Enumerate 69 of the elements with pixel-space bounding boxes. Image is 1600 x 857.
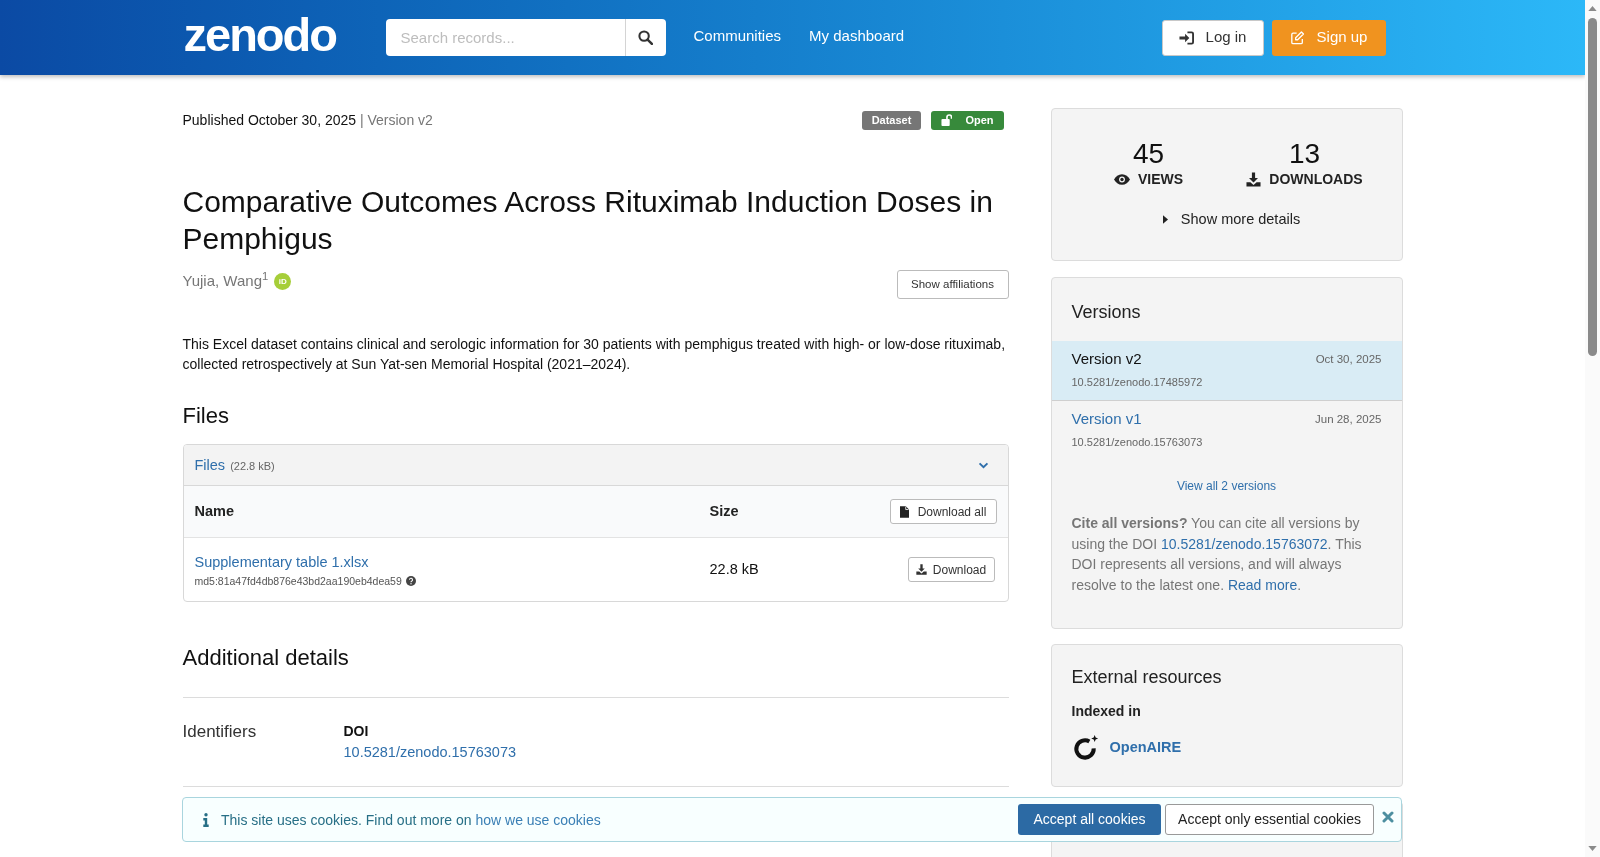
- cite-note: Cite all versions? You can cite all versions by using the DOI 10.5281/zenodo.15763072. This DOI represents all versions, and will always resolve to the latest one. Read more.: [1070, 514, 1363, 595]
- ring-logo-icon: [1071, 734, 1099, 761]
- download-button[interactable]: Download: [907, 557, 995, 582]
- doi-link[interactable]: 10.5281/zenodo.15763073: [343, 742, 517, 762]
- section-heading: Additional details: [182, 644, 350, 672]
- file-icon: [899, 505, 909, 518]
- info-icon: [203, 812, 209, 827]
- card-heading: Versions: [1070, 301, 1142, 324]
- eye-icon: [1113, 173, 1130, 185]
- show-more-details-toggle[interactable]: Show more details: [1162, 210, 1301, 228]
- record-title: Comparative Outcomes Across Rituximab Induction Doses in Pemphigus: [182, 184, 994, 257]
- login-button[interactable]: Log in: [1161, 19, 1264, 56]
- publication-line: Published October 30, 2025 | Version v2: [182, 111, 433, 130]
- stat-label: VIEWS: [1137, 170, 1184, 188]
- view-all-versions-link[interactable]: View all 2 versions: [1176, 478, 1277, 494]
- close-icon[interactable]: [1382, 810, 1394, 823]
- file-link[interactable]: Supplementary table 1.xlsx: [194, 551, 369, 572]
- resource-link[interactable]: OpenAIRE: [1109, 736, 1182, 759]
- question-circle-icon[interactable]: [405, 575, 416, 586]
- column-header: Size: [709, 501, 739, 521]
- version-doi: 10.5281/zenodo.17485972: [1071, 375, 1203, 389]
- nav-link[interactable]: My dashboard: [795, 26, 919, 46]
- padlock-icon: [941, 114, 953, 126]
- scrollbar[interactable]: [1585, 0, 1600, 857]
- resource-type-badge: Dataset: [861, 110, 922, 130]
- stat-value: 13: [1288, 139, 1321, 169]
- download-all-button[interactable]: Download all: [889, 499, 997, 524]
- version-date: Jun 28, 2025: [1315, 412, 1382, 427]
- version-doi: 10.5281/zenodo.15763073: [1071, 435, 1203, 449]
- field-label: Identifiers: [182, 722, 258, 742]
- scroll-up-arrow-icon[interactable]: [1588, 6, 1597, 11]
- chevron-down-icon[interactable]: [977, 461, 989, 469]
- cookie-message: This site uses cookies. Find out more on how we use cookies: [221, 810, 601, 830]
- access-label: Open: [965, 112, 994, 128]
- creator-name[interactable]: Yujia, Wang$^{1}$: [182, 271, 269, 291]
- files-accordion-title[interactable]: Files: [194, 455, 226, 475]
- section-heading: Files: [182, 402, 230, 430]
- version-label: Version v1: [1071, 409, 1142, 429]
- nav-link[interactable]: Communities: [679, 26, 796, 46]
- version-label: Version v2: [1071, 349, 1142, 369]
- card-heading: External resources: [1071, 666, 1223, 689]
- cookie-policy-link[interactable]: how we use cookies: [475, 811, 601, 828]
- subheading: Indexed in: [1071, 702, 1141, 720]
- download-icon: [915, 564, 927, 575]
- file-size: 22.8 kB: [709, 559, 759, 579]
- files-size: (22.8 kB): [230, 459, 275, 474]
- scroll-thumb[interactable]: [1588, 18, 1597, 356]
- version-item[interactable]: Version v2 Oct 30, 2025 10.5281/zenodo.17485972: [1051, 341, 1402, 401]
- accept-essential-cookies-button[interactable]: Accept only essential cookies: [1165, 804, 1374, 835]
- stat-value: 45: [1132, 139, 1165, 169]
- doi-link[interactable]: 10.5281/zenodo.15763072: [1161, 535, 1328, 552]
- arrow-into-bracket-icon: [1178, 30, 1194, 45]
- accept-all-cookies-button[interactable]: Accept all cookies: [1018, 804, 1161, 835]
- text-link[interactable]: Read more: [1227, 576, 1298, 593]
- logo[interactable]: zenodo: [182, 6, 337, 63]
- identifier-type: DOI: [343, 722, 369, 740]
- version-date: Oct 30, 2025: [1315, 352, 1382, 367]
- search-button[interactable]: [624, 19, 666, 56]
- stat-label: DOWNLOADS: [1269, 170, 1363, 188]
- search-field[interactable]: Search records...: [385, 19, 625, 56]
- pencil-square-icon: [1289, 30, 1305, 45]
- show-affiliations-button[interactable]: Show affiliations: [896, 270, 1009, 299]
- download-icon: [1246, 171, 1262, 187]
- caret-right-icon: [1162, 214, 1168, 224]
- column-header: Name: [194, 501, 235, 521]
- scroll-down-arrow-icon[interactable]: [1588, 846, 1597, 851]
- description-text: This Excel dataset contains clinical and serologic information for 30 patients with pemphigus treated with high- or low-dose rituximab, collected retrospectively at Sun Yat-sen Memorial Hospital (2021–2024).: [182, 335, 1007, 374]
- search-icon: [638, 30, 653, 45]
- checksum-text: md5:81a47fd4db876e43bd2aa190eb4dea59: [194, 573, 402, 588]
